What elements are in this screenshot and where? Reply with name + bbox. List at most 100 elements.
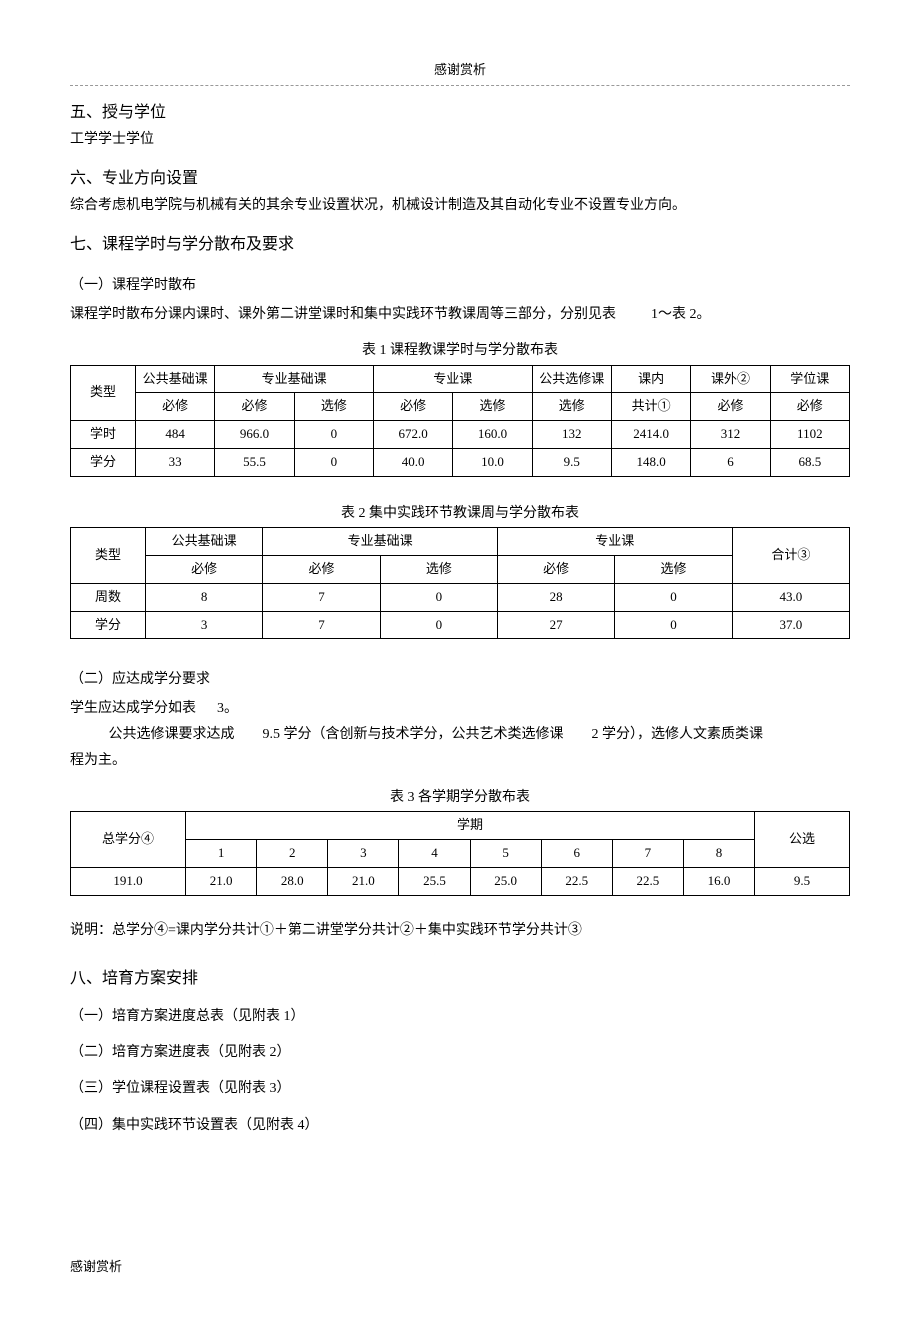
- table-cell: 37.0: [732, 611, 849, 639]
- table-cell: 0: [380, 611, 497, 639]
- table-cell: 21.0: [328, 867, 399, 895]
- section-5-title: 五、授与学位: [70, 100, 850, 126]
- section-7-1-line: 课程学时散布分课内课时、课外第二讲堂课时和集中实践环节教课周等三部分，分别见表 …: [70, 304, 850, 326]
- section-6-body: 综合考虑机电学院与机械有关的其余专业设置状况，机械设计制造及其自动化专业不设置专…: [70, 195, 850, 217]
- text-part: 3。: [217, 701, 238, 716]
- table-cell: 公选: [755, 812, 850, 868]
- table-cell: 选修: [615, 555, 732, 583]
- header-note-top: 感谢赏析: [70, 60, 850, 81]
- table-cell: 8: [683, 840, 754, 868]
- table-cell: 191.0: [71, 867, 186, 895]
- table-cell: 类型: [71, 365, 136, 421]
- table-cell: 必修: [770, 393, 849, 421]
- table-cell: 6: [541, 840, 612, 868]
- section-7-note: 说明：总学分④=课内学分共计①＋第二讲堂学分共计②＋集中实践环节学分共计③: [70, 920, 850, 942]
- table-cell: 0: [615, 611, 732, 639]
- table-cell: 公共选修课: [532, 365, 611, 393]
- table-cell: 专业基础课: [215, 365, 374, 393]
- table-cell: 3: [146, 611, 263, 639]
- table-cell: 25.5: [399, 867, 470, 895]
- section-7-title: 七、课程学时与学分散布及要求: [70, 232, 850, 258]
- table-cell: 966.0: [215, 421, 294, 449]
- table-cell: 公共基础课: [136, 365, 215, 393]
- table-row: 学分 33 55.5 0 40.0 10.0 9.5 148.0 6 68.5: [71, 448, 850, 476]
- table-row: 学时 484 966.0 0 672.0 160.0 132 2414.0 31…: [71, 421, 850, 449]
- footer-note: 感谢赏析: [70, 1257, 850, 1278]
- table-cell: 10.0: [453, 448, 532, 476]
- table-cell: 共计①: [611, 393, 690, 421]
- table-cell: 学位课: [770, 365, 849, 393]
- table-cell: 7: [612, 840, 683, 868]
- table-row: 191.0 21.0 28.0 21.0 25.5 25.0 22.5 22.5…: [71, 867, 850, 895]
- table-cell: 28: [497, 583, 614, 611]
- text-part: 9.5: [263, 727, 281, 742]
- table-cell: 672.0: [373, 421, 452, 449]
- table-cell: 0: [615, 583, 732, 611]
- list-item: （三）学位课程设置表（见附表 3）: [70, 1078, 850, 1100]
- table-cell: 148.0: [611, 448, 690, 476]
- table-cell: 学分: [71, 448, 136, 476]
- section-7-2-line1: 学生应达成学分如表 3。: [70, 698, 850, 720]
- table-cell: 1102: [770, 421, 849, 449]
- table-cell: 总学分④: [71, 812, 186, 868]
- table-cell: 33: [136, 448, 215, 476]
- table-3: 总学分④ 学期 公选 1 2 3 4 5 6 7 8 191.0 21.0 28…: [70, 811, 850, 895]
- table-cell: 9.5: [755, 867, 850, 895]
- text-part: 2 学分），选修人文素质类课: [592, 727, 764, 742]
- table-cell: 课内: [611, 365, 690, 393]
- text-part: 公共选修课要求达成: [109, 727, 235, 742]
- section-8-title: 八、培育方案安排: [70, 966, 850, 992]
- section-7-2-line2: 公共选修课要求达成 9.5 学分（含创新与技术学分，公共艺术类选修课 2 学分）…: [70, 724, 850, 746]
- table-cell: 2414.0: [611, 421, 690, 449]
- text-part: 1～表 2。: [651, 307, 711, 322]
- table-cell: 7: [263, 583, 380, 611]
- table-cell: 1: [186, 840, 257, 868]
- table-1: 类型 公共基础课 专业基础课 专业课 公共选修课 课内 课外② 学位课 必修 必…: [70, 365, 850, 477]
- text-part: 课程学时散布分课内课时、课外第二讲堂课时和集中实践环节教课周等三部分，分别见表: [70, 307, 616, 322]
- table-cell: 合计③: [732, 528, 849, 584]
- table-cell: 必修: [497, 555, 614, 583]
- table-2-caption: 表 2 集中实践环节教课周与学分散布表: [70, 503, 850, 525]
- table-cell: 43.0: [732, 583, 849, 611]
- table-cell: 5: [470, 840, 541, 868]
- table-cell: 公共基础课: [146, 528, 263, 556]
- table-cell: 132: [532, 421, 611, 449]
- list-item: （一）培育方案进度总表（见附表 1）: [70, 1006, 850, 1028]
- table-cell: 类型: [71, 528, 146, 584]
- table-row: 周数 8 7 0 28 0 43.0: [71, 583, 850, 611]
- table-cell: 专业基础课: [263, 528, 498, 556]
- table-cell: 专业课: [497, 528, 732, 556]
- table-cell: 0: [294, 421, 373, 449]
- table-cell: 6: [691, 448, 770, 476]
- table-cell: 160.0: [453, 421, 532, 449]
- table-cell: 必修: [136, 393, 215, 421]
- table-cell: 40.0: [373, 448, 452, 476]
- table-2: 类型 公共基础课 专业基础课 专业课 合计③ 必修 必修 选修 必修 选修 周数…: [70, 527, 850, 639]
- table-cell: 68.5: [770, 448, 849, 476]
- table-3-caption: 表 3 各学期学分散布表: [70, 787, 850, 809]
- table-cell: 21.0: [186, 867, 257, 895]
- table-cell: 0: [380, 583, 497, 611]
- list-item: （四）集中实践环节设置表（见附表 4）: [70, 1115, 850, 1137]
- text-part: 学分（含创新与技术学分，公共艺术类选修课: [284, 727, 564, 742]
- table-cell: 27: [497, 611, 614, 639]
- table-cell: 28.0: [257, 867, 328, 895]
- table-cell: 课外②: [691, 365, 770, 393]
- table-cell: 9.5: [532, 448, 611, 476]
- section-7-2-line3: 程为主。: [70, 750, 850, 772]
- table-cell: 必修: [215, 393, 294, 421]
- table-cell: 7: [263, 611, 380, 639]
- table-cell: 16.0: [683, 867, 754, 895]
- table-cell: 3: [328, 840, 399, 868]
- table-cell: 学时: [71, 421, 136, 449]
- section-7-1-heading: （一）课程学时散布: [70, 275, 850, 297]
- table-cell: 312: [691, 421, 770, 449]
- table-row: 学分 3 7 0 27 0 37.0: [71, 611, 850, 639]
- table-cell: 22.5: [541, 867, 612, 895]
- table-cell: 选修: [453, 393, 532, 421]
- table-cell: 2: [257, 840, 328, 868]
- table-cell: 25.0: [470, 867, 541, 895]
- table-cell: 0: [294, 448, 373, 476]
- table-cell: 选修: [380, 555, 497, 583]
- table-cell: 必修: [263, 555, 380, 583]
